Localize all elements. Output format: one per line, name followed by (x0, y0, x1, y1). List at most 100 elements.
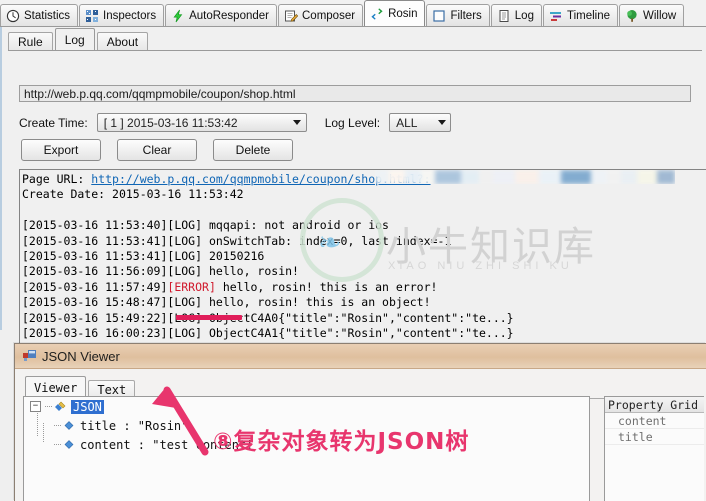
tab-label: Viewer (34, 380, 78, 395)
json-tree-item[interactable]: content : "test content! (24, 435, 589, 454)
page-url-label: Page URL: (22, 172, 85, 186)
subtab-rule[interactable]: Rule (8, 32, 53, 51)
log-message: hello, rosin! this is an object! (208, 295, 431, 310)
log-entry: [2015-03-16 15:48:47][LOG] hello, rosin!… (22, 295, 706, 310)
tab-log[interactable]: Log (490, 4, 542, 26)
clear-button[interactable]: Clear (117, 139, 197, 161)
log-output[interactable]: Page URL: http://web.p.qq.com/qqmpmobile… (19, 169, 706, 345)
log-level-dropdown[interactable]: ALL (389, 113, 452, 132)
subtab-label: Rule (18, 35, 43, 49)
lightning-bolt-icon (171, 9, 185, 23)
json-viewer-title: JSON Viewer (42, 348, 120, 364)
property-grid-row[interactable]: content (605, 413, 704, 429)
rosin-subtabstrip: Rule Log About (8, 28, 150, 51)
subtab-about[interactable]: About (96, 32, 149, 51)
tab-willow[interactable]: Willow (619, 4, 685, 26)
json-tree-item[interactable]: title : "Rosin" (24, 416, 589, 435)
export-button[interactable]: Export (21, 139, 101, 161)
url-input[interactable] (19, 85, 691, 102)
tab-label: Text (97, 382, 127, 397)
tree-connector (45, 406, 52, 407)
log-timestamp: [2015-03-16 15:49:22] (22, 310, 168, 325)
log-timestamp: [2015-03-16 16:00:23] (22, 325, 168, 340)
button-label: Delete (235, 143, 271, 157)
json-tree-root[interactable]: − JSON (24, 397, 589, 416)
filter-row: Create Time: [ 1 ] 2015-03-16 11:53:42 L… (19, 113, 452, 132)
subtab-log[interactable]: Log (54, 28, 95, 51)
chevron-down-icon (435, 115, 448, 130)
json-leaf-node-icon (63, 439, 75, 450)
tab-viewer[interactable]: Viewer (25, 376, 87, 398)
tab-filters[interactable]: Filters (426, 4, 490, 26)
property-grid-header: Property Grid (605, 397, 704, 413)
create-date-label: Create Date: (22, 187, 106, 202)
property-grid[interactable]: Property Grid content title (604, 396, 704, 501)
subtab-label: About (106, 35, 139, 49)
log-message: mqqapi: not android or ios (208, 218, 389, 233)
tab-label: Timeline (566, 9, 610, 22)
tab-label: Rosin (388, 7, 418, 20)
tab-inspectors[interactable]: Inspectors (79, 4, 165, 26)
json-tree[interactable]: − JSON title : "Rosin" content : "test c… (23, 396, 590, 501)
log-header-date: Create Date: 2015-03-16 11:53:42 (22, 187, 706, 202)
log-level-tag: [LOG] (167, 248, 203, 263)
tab-label: Willow (643, 9, 677, 22)
create-time-label: Create Time: (19, 115, 88, 130)
redacted-url-region (375, 170, 675, 184)
json-root-node-icon (54, 401, 66, 412)
delete-button[interactable]: Delete (213, 139, 293, 161)
create-time-value: [ 1 ] 2015-03-16 11:53:42 (103, 115, 238, 130)
log-message: ObjectC4A1{"title":"Rosin","content":"te… (208, 325, 514, 340)
tab-label: Inspectors (103, 9, 157, 22)
tab-label: Filters (450, 9, 482, 22)
log-entry: [2015-03-16 11:53:41][LOG] onSwitchTab: … (22, 234, 706, 249)
json-tree-item-label: title : "Rosin" (80, 418, 189, 433)
tab-rosin[interactable]: Rosin (364, 0, 426, 26)
button-label: Clear (142, 143, 172, 157)
empty-square-icon (432, 9, 446, 23)
create-time-dropdown[interactable]: [ 1 ] 2015-03-16 11:53:42 (96, 113, 307, 132)
tab-statistics[interactable]: Statistics (0, 4, 79, 26)
tab-label: Statistics (24, 9, 71, 22)
tab-label: Log (514, 9, 534, 22)
log-entry: [2015-03-16 11:53:41][LOG] 20150216 (22, 249, 706, 264)
log-level-tag: [LOG] (167, 264, 203, 279)
log-timestamp: [2015-03-16 11:53:40] (22, 218, 168, 233)
log-entry: [2015-03-16 11:56:09][LOG] hello, rosin! (22, 264, 706, 279)
tab-label: Composer (302, 9, 356, 22)
log-level-tag: [LOG] (167, 218, 203, 233)
tab-composer[interactable]: Composer (278, 4, 364, 26)
log-level-tag: [LOG] (167, 310, 203, 325)
json-viewer-titlebar[interactable]: JSON Viewer (15, 344, 706, 369)
action-buttons: Export Clear Delete (21, 139, 293, 161)
json-root-label: JSON (71, 399, 104, 414)
collapse-minus-icon[interactable]: − (30, 401, 41, 412)
clock-icon (6, 9, 20, 23)
pencil-notepad-icon (284, 9, 299, 23)
main-tabstrip: Statistics Inspectors AutoResponder Comp… (0, 0, 706, 27)
log-message: ObjectC4A0{"title":"Rosin","content":"te… (208, 310, 514, 325)
log-entry: [2015-03-16 16:00:23][LOG] ObjectC4A1{"t… (22, 326, 706, 341)
chevron-down-icon (291, 115, 304, 130)
green-swap-arrows-icon (370, 7, 384, 21)
button-label: Export (43, 143, 79, 157)
log-level-tag-error: [ERROR] (167, 279, 216, 294)
log-timestamp: [2015-03-16 15:48:47] (22, 295, 168, 310)
inspectors-grid-icon (85, 9, 99, 23)
log-timestamp: [2015-03-16 11:53:41] (22, 233, 168, 248)
log-message: onSwitchTab: index=0, last index=-1 (208, 233, 452, 248)
tab-timeline[interactable]: Timeline (542, 4, 618, 26)
log-level-tag: [LOG] (167, 233, 203, 248)
window-app-icon (23, 350, 36, 362)
json-viewer-tabstrip: Viewer Text (25, 376, 137, 398)
log-message: hello, rosin! this is an error! (222, 279, 438, 294)
fiddler-window: Statistics Inspectors AutoResponder Comp… (0, 0, 706, 501)
tab-autoresponder[interactable]: AutoResponder (165, 4, 277, 26)
tree-connector (54, 425, 61, 426)
log-entry: [2015-03-16 15:49:22][LOG] ObjectC4A0{"t… (22, 311, 706, 326)
log-level-value: ALL (396, 115, 418, 130)
create-date-value: 2015-03-16 11:53:42 (112, 187, 244, 202)
log-entry-error: [2015-03-16 11:57:49][ERROR] hello, rosi… (22, 280, 706, 295)
log-blank (22, 203, 706, 218)
property-grid-row[interactable]: title (605, 429, 704, 445)
